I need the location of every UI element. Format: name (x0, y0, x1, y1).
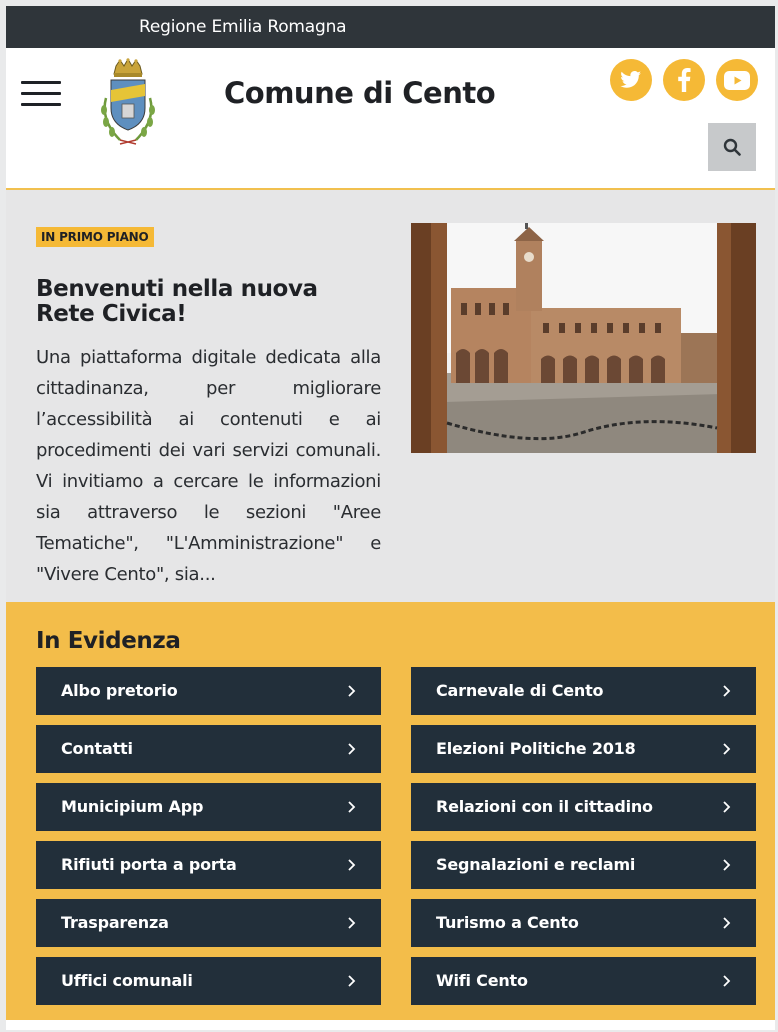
coat-of-arms-logo[interactable] (96, 58, 160, 150)
menu-icon[interactable] (21, 81, 61, 107)
featured-news: IN PRIMO PIANO Benvenuti nella nuova Ret… (6, 190, 775, 602)
search-button[interactable] (708, 123, 756, 171)
quick-link-label: Wifi Cento (436, 971, 528, 990)
chevron-right-icon (723, 859, 731, 871)
chevron-right-icon (348, 975, 356, 987)
chevron-right-icon (348, 801, 356, 813)
featured-title[interactable]: Benvenuti nella nuova Rete Civica! (36, 277, 366, 327)
chevron-right-icon (723, 743, 731, 755)
quick-link-tile[interactable]: Contatti (36, 725, 381, 773)
social-links (610, 59, 758, 101)
site-header: Comune di Cento (6, 48, 775, 190)
quick-link-tile[interactable]: Municipium App (36, 783, 381, 831)
chevron-right-icon (723, 801, 731, 813)
quick-link-tile[interactable]: Trasparenza (36, 899, 381, 947)
quick-link-label: Municipium App (61, 797, 204, 816)
quick-link-label: Albo pretorio (61, 681, 178, 700)
quick-link-tile[interactable]: Relazioni con il cittadino (411, 783, 756, 831)
region-link[interactable]: Regione Emilia Romagna (139, 17, 347, 37)
quick-link-tile[interactable]: Albo pretorio (36, 667, 381, 715)
youtube-icon[interactable] (716, 59, 758, 101)
quick-link-label: Segnalazioni e reclami (436, 855, 636, 874)
chevron-right-icon (348, 685, 356, 697)
quick-link-label: Elezioni Politiche 2018 (436, 739, 636, 758)
quick-link-tile[interactable]: Carnevale di Cento (411, 667, 756, 715)
twitter-icon[interactable] (610, 59, 652, 101)
region-bar: Regione Emilia Romagna (6, 6, 775, 48)
site-title[interactable]: Comune di Cento (224, 76, 496, 110)
quick-link-tile[interactable]: Elezioni Politiche 2018 (411, 725, 756, 773)
category-badge[interactable]: IN PRIMO PIANO (36, 227, 154, 247)
chevron-right-icon (723, 685, 731, 697)
chevron-right-icon (348, 743, 356, 755)
quick-link-tile[interactable]: Turismo a Cento (411, 899, 756, 947)
search-icon (723, 138, 741, 156)
page: Regione Emilia Romagna Comune di Cento I… (6, 6, 775, 1030)
quick-link-label: Turismo a Cento (436, 913, 579, 932)
quick-link-label: Trasparenza (61, 913, 169, 932)
facebook-icon[interactable] (663, 59, 705, 101)
quick-link-tile[interactable]: Segnalazioni e reclami (411, 841, 756, 889)
chevron-right-icon (348, 917, 356, 929)
chevron-right-icon (723, 917, 731, 929)
quick-link-label: Relazioni con il cittadino (436, 797, 653, 816)
section-title: In Evidenza (36, 628, 181, 654)
quick-link-label: Rifiuti porta a porta (61, 855, 237, 874)
featured-image[interactable] (411, 223, 756, 453)
in-evidenza-section: In Evidenza Albo pretorio Carnevale di Ce… (6, 602, 775, 1020)
chevron-right-icon (348, 859, 356, 871)
quick-link-label: Uffici comunali (61, 971, 193, 990)
quick-link-tile[interactable]: Wifi Cento (411, 957, 756, 1005)
chevron-right-icon (723, 975, 731, 987)
quick-link-label: Carnevale di Cento (436, 681, 604, 700)
quick-link-tile[interactable]: Rifiuti porta a porta (36, 841, 381, 889)
featured-excerpt: Una piattaforma digitale dedicata alla c… (36, 347, 381, 585)
quick-link-tile[interactable]: Uffici comunali (36, 957, 381, 1005)
quick-link-label: Contatti (61, 739, 133, 758)
